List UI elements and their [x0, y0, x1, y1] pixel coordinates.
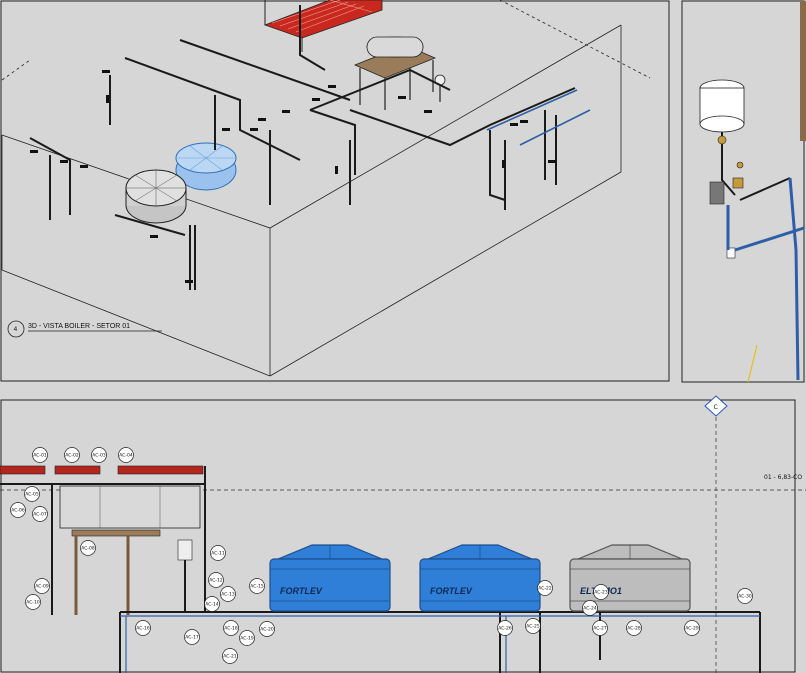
pipe-tag[interactable]: AC-30 — [737, 588, 753, 604]
pipe-tag[interactable]: AC-17 — [184, 629, 200, 645]
pipe-tag-label: AC-17 — [185, 635, 199, 641]
pipe-tag[interactable]: AC-16 — [135, 620, 151, 636]
pipe-tag-label: AC-15 — [250, 584, 264, 590]
tank-3d-gray — [125, 169, 187, 224]
pipe-tag-label: AC-08 — [81, 546, 95, 552]
pipe-tag[interactable]: AC-05 — [24, 486, 40, 502]
pipe-tag-label: AC-26 — [498, 626, 512, 632]
pipe-tag-label: AC-03 — [92, 453, 106, 459]
water-heater — [699, 79, 745, 133]
water-tank-1: FORTLEV — [269, 544, 391, 612]
pipe-tag-label: AC-19 — [240, 636, 254, 642]
pipe-tag-label: AC-20 — [260, 627, 274, 633]
pipe-tag[interactable]: AC-07 — [32, 506, 48, 522]
pipe-tag-label: AC-05 — [25, 492, 39, 498]
pipe-tag[interactable]: AC-27 — [592, 620, 608, 636]
pipe-tag-label: AC-04 — [119, 453, 133, 459]
pipe-tag[interactable]: AC-29 — [684, 620, 700, 636]
viewport-section[interactable]: 01 - 6,83-CO C FORTLEV FORTLEV AC-01 AC-… — [0, 395, 806, 673]
pipe-tag[interactable]: AC-21 — [222, 648, 238, 664]
level-label: 01 - 6,83-CO — [764, 474, 802, 481]
pipe-tag-label: AC-22 — [538, 586, 552, 592]
viewport-detail-right[interactable] — [681, 0, 806, 383]
pipe-tag[interactable]: AC-25 — [525, 618, 541, 634]
pipe-tag-label: AC-10 — [26, 600, 40, 606]
viewport-3d-boiler[interactable]: 4 3D - VISTA BOILER - SETOR 01 — [0, 0, 670, 382]
pipe-tag[interactable]: AC-02 — [64, 447, 80, 463]
pipe-tag[interactable]: AC-15 — [249, 578, 265, 594]
pipe-tag-label: AC-07 — [33, 512, 47, 518]
pipe-tag[interactable]: AC-14 — [204, 596, 220, 612]
pipe-tag-label: AC-02 — [65, 453, 79, 459]
pipe-tag[interactable]: AC-09 — [34, 578, 50, 594]
view-number: 4 — [14, 326, 18, 333]
pipe-tag-label: AC-24 — [583, 606, 597, 612]
wood-edge — [800, 1, 806, 141]
pipe-tag-label: AC-23 — [594, 590, 608, 596]
pipe-tag-label: AC-28 — [627, 626, 641, 632]
drawing-canvas: 4 3D - VISTA BOILER - SETOR 01 01 - 6,83… — [0, 0, 806, 673]
pipe-tag[interactable]: AC-24 — [582, 600, 598, 616]
pipe-tag[interactable]: AC-26 — [497, 620, 513, 636]
pipe-tag[interactable]: AC-04 — [118, 447, 134, 463]
pipe-tag[interactable]: AC-18 — [223, 620, 239, 636]
view-title: 3D - VISTA BOILER - SETOR 01 — [28, 323, 130, 330]
pipe-tag-label: AC-27 — [593, 626, 607, 632]
pipe-tag[interactable]: AC-22 — [537, 580, 553, 596]
pipe-tag-label: AC-16 — [136, 626, 150, 632]
tank-brand-label: FORTLEV — [430, 586, 473, 596]
pipe-tag[interactable]: AC-11 — [210, 545, 226, 561]
section-tanks: FORTLEVFORTLEVELTEMO1 — [269, 544, 691, 612]
pipe-tag[interactable]: AC-23 — [593, 584, 609, 600]
pipe-tag-label: AC-11 — [211, 551, 225, 557]
pipe-tag-label: AC-29 — [685, 626, 699, 632]
grid-marker-label: C — [714, 404, 718, 411]
pipe-tag[interactable]: AC-28 — [626, 620, 642, 636]
pipe-tag-label: AC-06 — [11, 508, 25, 514]
pipe-tag[interactable]: AC-20 — [259, 621, 275, 637]
pipe-tag[interactable]: AC-13 — [220, 586, 236, 602]
pipe-tag-label: AC-14 — [205, 602, 219, 608]
pipe-tag-label: AC-09 — [35, 584, 49, 590]
pipe-tag-label: AC-21 — [223, 654, 237, 660]
pipe-tag[interactable]: AC-19 — [239, 630, 255, 646]
pipe-tag-label: AC-12 — [209, 578, 223, 584]
pipe-tag-label: AC-30 — [738, 594, 752, 600]
pipe-tag[interactable]: AC-01 — [32, 447, 48, 463]
tank-brand-label: FORTLEV — [280, 586, 323, 596]
pipe-tag-label: AC-13 — [221, 592, 235, 598]
pipe-tag-label: AC-25 — [526, 624, 540, 630]
water-tank-2: FORTLEV — [419, 544, 541, 612]
pipe-tag-label: AC-01 — [33, 453, 47, 459]
pipe-tag[interactable]: AC-03 — [91, 447, 107, 463]
pipe-tag[interactable]: AC-08 — [80, 540, 96, 556]
pipe-tag[interactable]: AC-12 — [208, 572, 224, 588]
pipe-tag-label: AC-18 — [224, 626, 238, 632]
pipe-tag[interactable]: AC-10 — [25, 594, 41, 610]
pipe-tag[interactable]: AC-06 — [10, 502, 26, 518]
